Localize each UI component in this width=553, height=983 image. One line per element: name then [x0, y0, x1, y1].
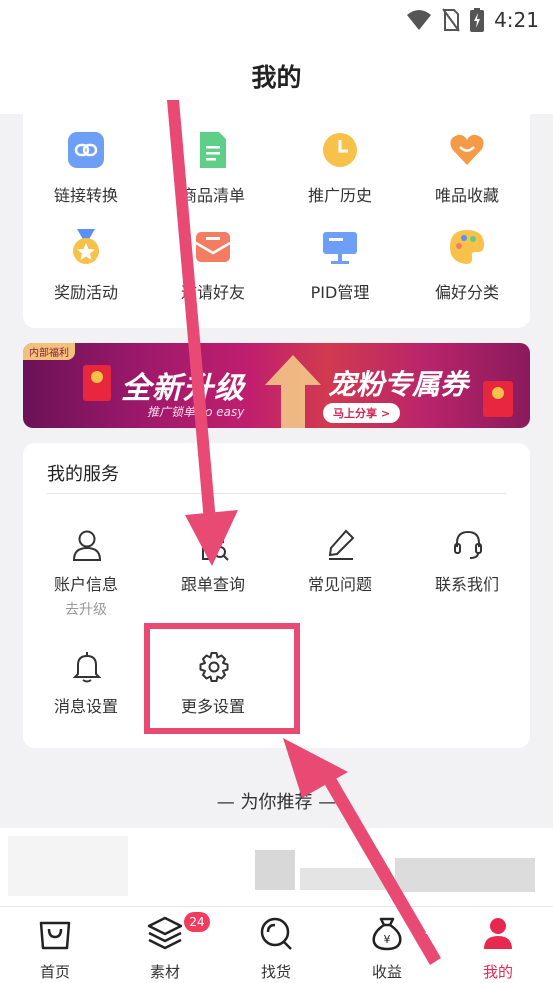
- product-list-icon: [200, 132, 226, 168]
- tool-label: 唯品收藏: [434, 186, 499, 205]
- banner-subtitle: 推广锁单 so easy: [147, 405, 245, 419]
- search-icon: [260, 917, 292, 950]
- recommend-feed[interactable]: [0, 828, 553, 908]
- money-bag-icon: ¥: [372, 917, 402, 951]
- tool-preference[interactable]: 偏好分类: [404, 209, 530, 302]
- tool-label: 商品清单: [180, 186, 245, 205]
- banner-share-button[interactable]: 马上分享 >: [323, 403, 401, 423]
- service-label: 联系我们: [434, 575, 499, 594]
- tool-reward[interactable]: 奖励活动: [23, 209, 149, 302]
- promotion-history-icon: [323, 133, 357, 167]
- tab-material[interactable]: 24 素材: [110, 907, 220, 983]
- tool-label: 奖励活动: [53, 283, 118, 302]
- service-faq[interactable]: 常见问题: [277, 529, 403, 629]
- feed-image: [395, 858, 535, 892]
- headset-icon: [454, 530, 482, 559]
- tab-label: 我的: [482, 963, 513, 981]
- pid-board-icon: [323, 232, 357, 264]
- service-upgrade-link[interactable]: 去升级: [23, 599, 149, 619]
- tool-label: 推广历史: [307, 186, 372, 205]
- palette-icon: [450, 230, 484, 264]
- red-envelope-icon: [83, 365, 111, 401]
- banner-title-left: 全新升级: [121, 371, 245, 406]
- service-label: 常见问题: [307, 575, 372, 594]
- title-bar: 我的: [0, 40, 553, 114]
- gear-icon: [199, 652, 229, 682]
- link-convert-icon: [68, 132, 104, 168]
- user-icon: [72, 530, 102, 561]
- no-sim-icon: [442, 8, 460, 32]
- services-title: 我的服务: [47, 464, 119, 485]
- tool-pid[interactable]: PID管理: [277, 209, 403, 302]
- shopping-bag-icon: [39, 921, 71, 950]
- status-bar: 4:21: [0, 0, 553, 40]
- layers-icon: [147, 916, 183, 950]
- status-icons: 4:21: [406, 6, 539, 34]
- tab-label: 找货: [260, 963, 291, 981]
- banner-title-right: 宠粉专属券: [328, 368, 469, 401]
- feed-image: [255, 850, 295, 890]
- banner-tag: 内部福利: [23, 343, 75, 360]
- recommend-title: — 为你推荐 —: [216, 792, 337, 813]
- page-title: 我的: [251, 63, 302, 92]
- wifi-icon: [407, 10, 432, 30]
- feed-image: [300, 868, 390, 890]
- invite-envelope-icon: [195, 232, 231, 262]
- tool-promotion-history[interactable]: 推广历史: [277, 112, 403, 205]
- favorite-heart-icon: [450, 134, 484, 165]
- service-message-settings[interactable]: 消息设置: [23, 651, 149, 751]
- tool-product-list[interactable]: 商品清单: [150, 112, 276, 205]
- tab-label: 收益: [371, 963, 402, 981]
- tab-home[interactable]: 首页: [0, 907, 110, 983]
- tool-label: 链接转换: [53, 186, 118, 205]
- feed-image: [8, 836, 128, 896]
- service-contact[interactable]: 联系我们: [404, 529, 530, 629]
- upgrade-arrow-icon: [265, 355, 321, 428]
- tab-label: 首页: [39, 963, 70, 981]
- tools-card: 链接转换 商品清单 推广历史 唯品收藏 奖励活动 邀请好友 PID管理 偏好分类: [23, 112, 530, 328]
- service-label: 跟单查询: [180, 575, 245, 594]
- service-order-tracking[interactable]: 跟单查询: [150, 529, 276, 629]
- status-time: 4:21: [494, 8, 539, 32]
- tab-label: 素材: [149, 963, 180, 981]
- service-account-info[interactable]: 账户信息 去升级: [23, 529, 149, 629]
- service-more-settings[interactable]: 更多设置: [150, 651, 276, 751]
- reward-medal-icon: [73, 229, 99, 264]
- watermark-logo: Baidu: [425, 915, 490, 939]
- tab-find-goods[interactable]: 找货: [221, 907, 331, 983]
- red-envelope-icon: [483, 381, 513, 417]
- edit-pen-icon: [328, 529, 355, 560]
- tool-invite[interactable]: 邀请好友: [150, 209, 276, 302]
- tool-label: 偏好分类: [434, 283, 499, 302]
- battery-charging-icon: [470, 8, 485, 32]
- service-label: 账户信息: [53, 575, 118, 594]
- services-card: 我的服务 账户信息 去升级 跟单查询 常见问题 联系我们 消息设置 更多设置: [23, 443, 530, 748]
- tool-link-convert[interactable]: 链接转换: [23, 112, 149, 205]
- promo-banner[interactable]: 内部福利 全新升级 宠粉专属券 推广锁单 so easy 马上分享 >: [23, 343, 530, 428]
- bell-icon: [72, 652, 102, 683]
- order-search-icon: [202, 530, 229, 561]
- service-label: 更多设置: [180, 697, 245, 716]
- tool-label: 邀请好友: [180, 283, 245, 302]
- divider: [47, 493, 506, 494]
- tool-favorites[interactable]: 唯品收藏: [404, 112, 530, 205]
- tool-label: PID管理: [310, 283, 370, 302]
- service-label: 消息设置: [53, 697, 118, 716]
- svg-text:¥: ¥: [384, 933, 391, 946]
- notification-badge: 24: [184, 912, 210, 932]
